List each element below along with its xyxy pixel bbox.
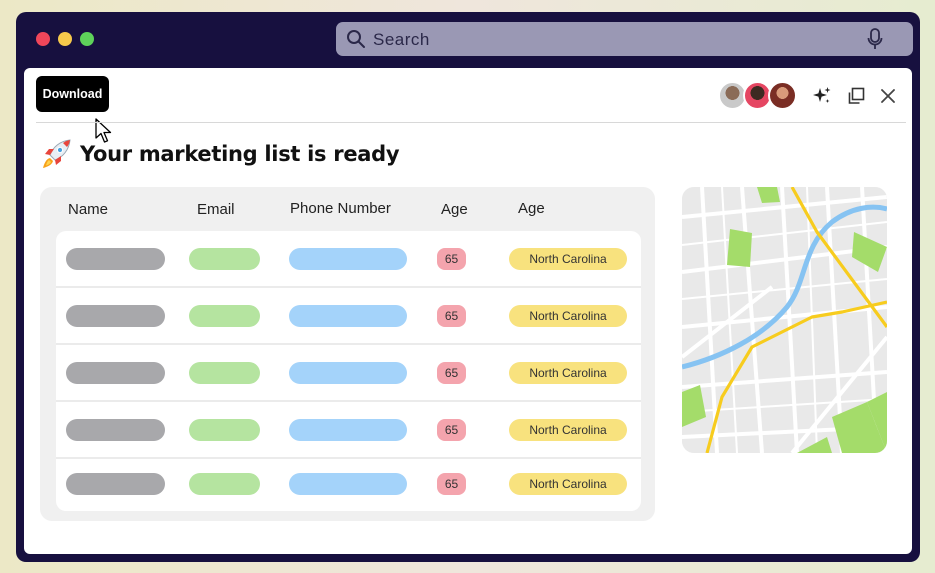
maximize-window-dot[interactable]	[80, 32, 94, 46]
name-placeholder	[66, 362, 165, 384]
marketing-list-table: Name Email Phone Number Age Age 65 North…	[40, 187, 655, 521]
search-bar[interactable]: Search	[336, 22, 913, 56]
email-placeholder	[189, 248, 260, 270]
location-badge: North Carolina	[509, 473, 627, 495]
table-body: 65 North Carolina 65 North Carolina 65 N…	[56, 231, 641, 511]
email-placeholder	[189, 419, 260, 441]
age-badge: 65	[437, 248, 466, 270]
browser-window: Search Download Your marketing list is r…	[16, 12, 920, 562]
name-placeholder	[66, 248, 165, 270]
rocket-icon	[43, 139, 71, 168]
phone-placeholder	[289, 248, 407, 270]
close-icon[interactable]	[878, 86, 898, 106]
collaborator-avatars[interactable]	[718, 81, 798, 111]
search-placeholder: Search	[373, 30, 430, 49]
phone-placeholder	[289, 305, 407, 327]
phone-placeholder	[289, 362, 407, 384]
microphone-icon[interactable]	[867, 28, 883, 50]
table-row[interactable]: 65 North Carolina	[56, 459, 641, 511]
table-row[interactable]: 65 North Carolina	[56, 231, 641, 288]
content-panel: Download Your marketing list is ready Na…	[24, 68, 912, 554]
column-header-email[interactable]: Email	[197, 201, 235, 218]
location-badge: North Carolina	[509, 248, 627, 270]
age-badge: 65	[437, 305, 466, 327]
search-icon	[347, 30, 365, 48]
download-button[interactable]: Download	[36, 76, 109, 112]
email-placeholder	[189, 305, 260, 327]
table-row[interactable]: 65 North Carolina	[56, 288, 641, 345]
name-placeholder	[66, 473, 165, 495]
location-badge: North Carolina	[509, 305, 627, 327]
name-placeholder	[66, 305, 165, 327]
avatar[interactable]	[768, 81, 797, 110]
sparkle-icon[interactable]	[812, 86, 832, 106]
duplicate-window-icon[interactable]	[846, 86, 866, 106]
location-map[interactable]	[682, 187, 887, 453]
name-placeholder	[66, 419, 165, 441]
column-header-location[interactable]: Age	[518, 200, 545, 217]
table-row[interactable]: 65 North Carolina	[56, 402, 641, 459]
page-title: Your marketing list is ready	[80, 142, 400, 166]
table-row[interactable]: 65 North Carolina	[56, 345, 641, 402]
page-heading: Your marketing list is ready	[40, 138, 400, 170]
age-badge: 65	[437, 419, 466, 441]
column-header-phone[interactable]: Phone Number	[290, 200, 391, 217]
age-badge: 65	[437, 362, 466, 384]
minimize-window-dot[interactable]	[58, 32, 72, 46]
location-badge: North Carolina	[509, 419, 627, 441]
column-header-age[interactable]: Age	[441, 201, 468, 218]
column-header-name[interactable]: Name	[68, 201, 108, 218]
phone-placeholder	[289, 419, 407, 441]
location-badge: North Carolina	[509, 362, 627, 384]
close-window-dot[interactable]	[36, 32, 50, 46]
phone-placeholder	[289, 473, 407, 495]
email-placeholder	[189, 473, 260, 495]
email-placeholder	[189, 362, 260, 384]
map-graphic	[682, 187, 887, 453]
header-divider	[36, 122, 906, 123]
age-badge: 65	[437, 473, 466, 495]
